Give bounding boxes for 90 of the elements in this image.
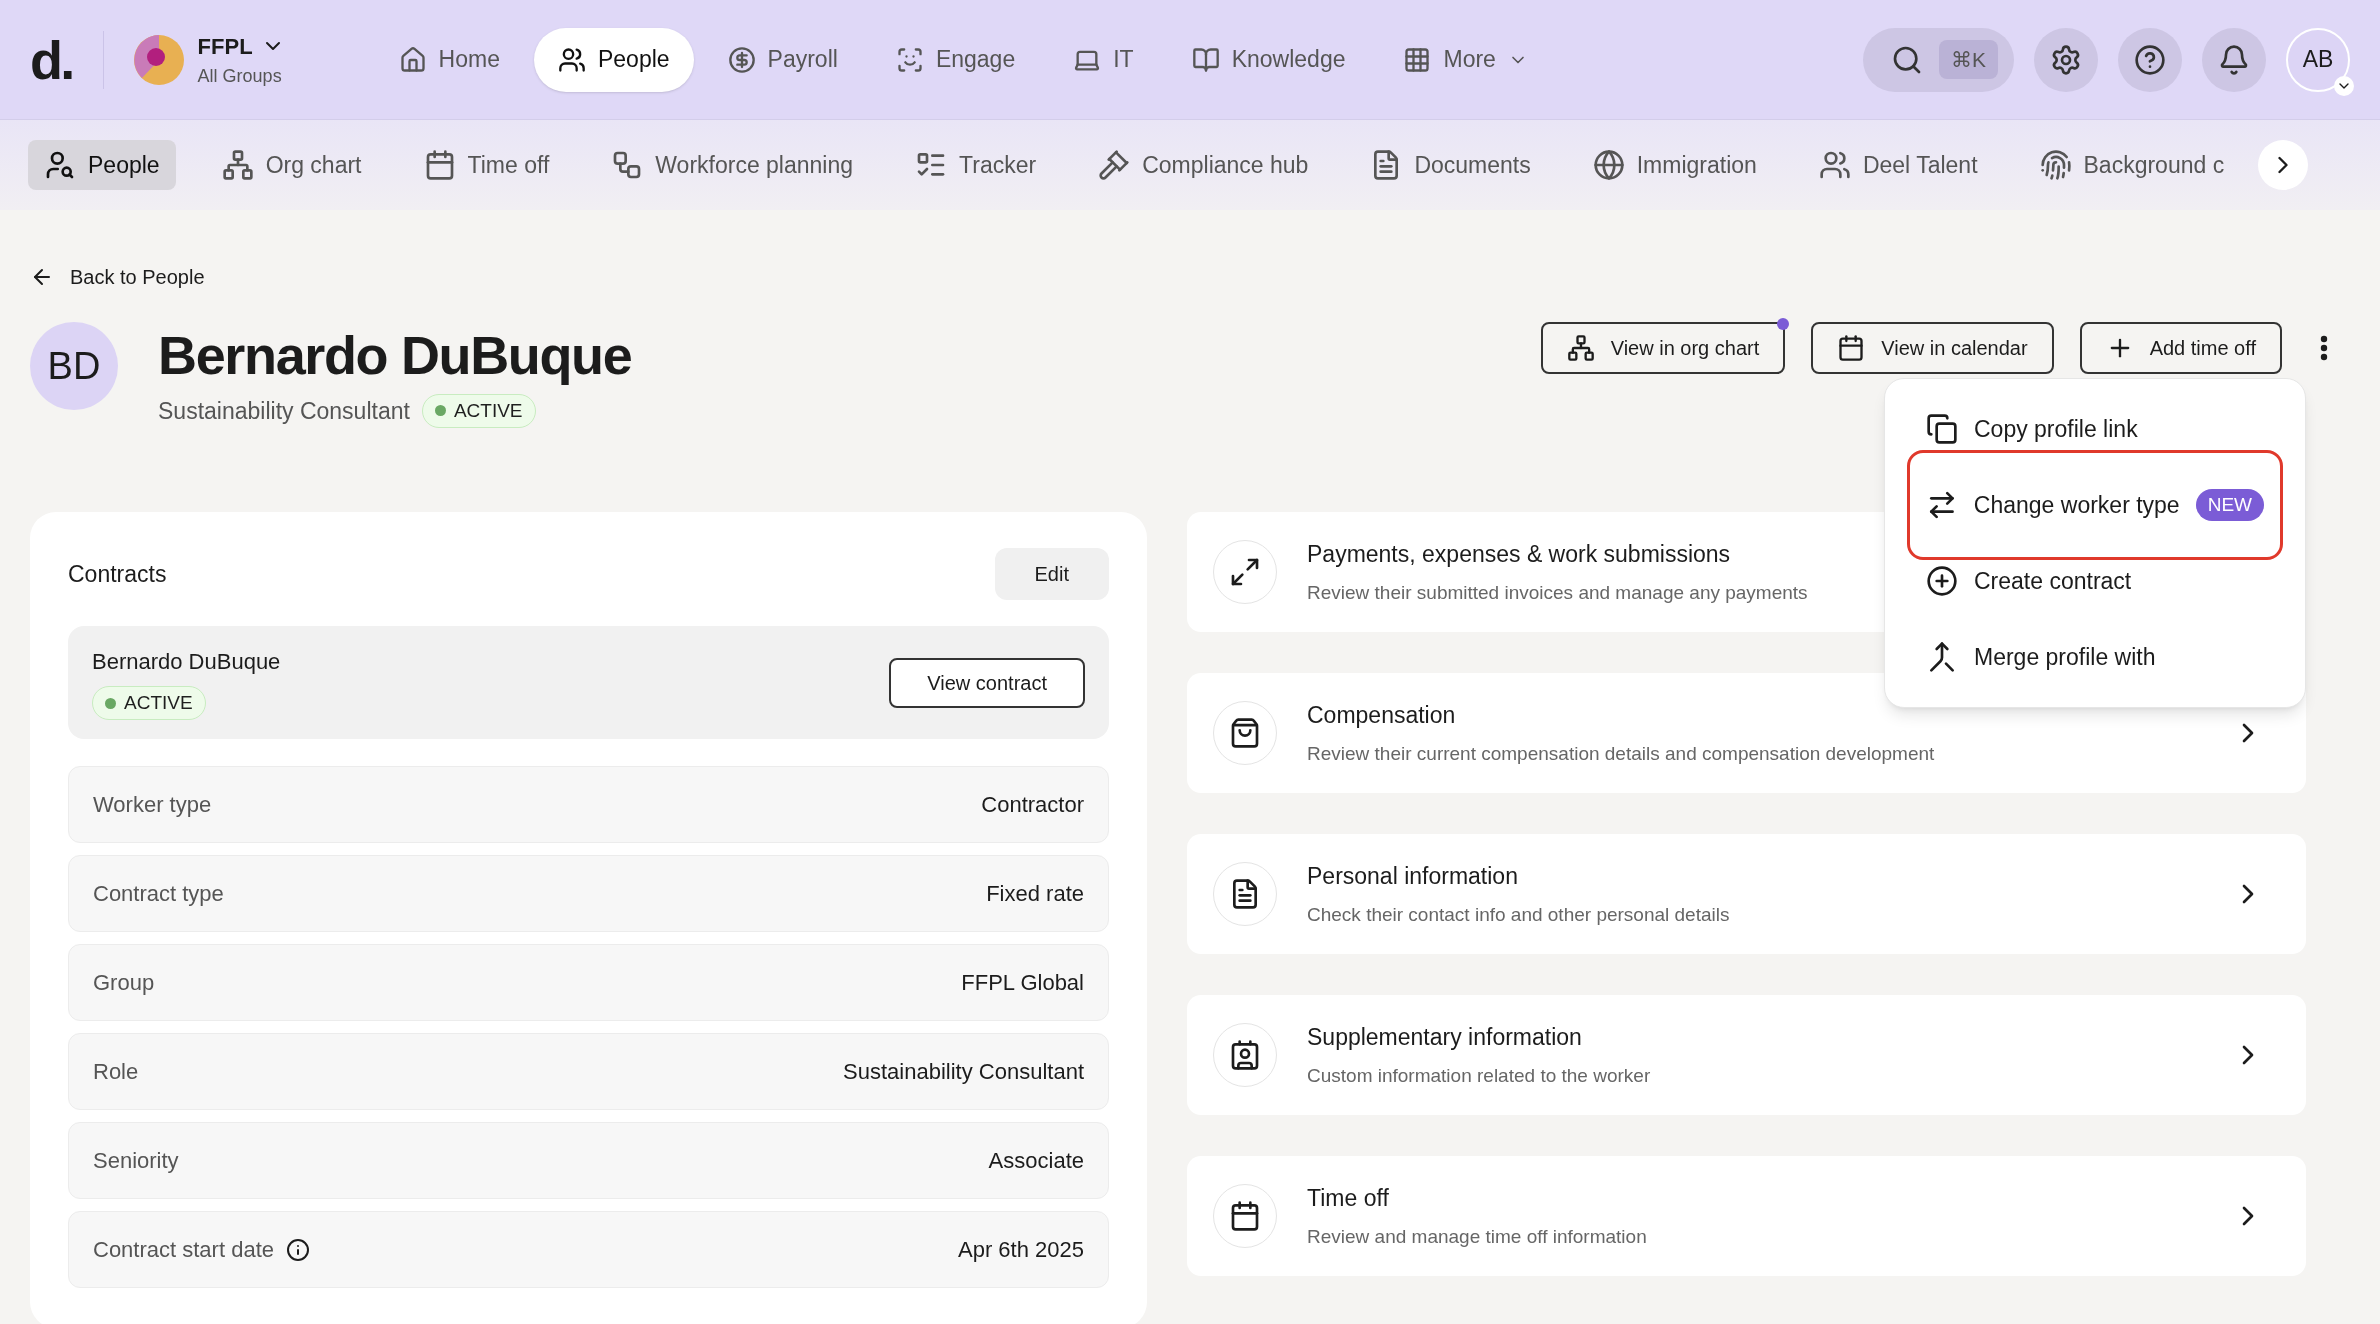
money-bag-icon (1229, 717, 1261, 749)
book-icon (1191, 45, 1220, 74)
face-scan-icon (895, 45, 924, 74)
field-label: Seniority (93, 1147, 179, 1175)
sub-nav-tab[interactable]: Workforce planning (595, 140, 870, 190)
id-badge-icon (1229, 1039, 1261, 1071)
help-icon (2134, 43, 2166, 76)
field-value: FFPL Global (961, 969, 1084, 997)
bell-icon (2218, 43, 2250, 76)
copy-icon (1926, 413, 1958, 445)
back-link[interactable]: Back to People (30, 262, 205, 292)
org-subtitle: All Groups (197, 64, 283, 88)
edit-button[interactable]: Edit (994, 548, 1109, 600)
section-card[interactable]: Time off Review and manage time off information (1187, 1156, 2306, 1276)
sub-nav-tab[interactable]: Time off (407, 140, 566, 190)
section-title: Personal information (1307, 861, 1519, 891)
org-logo-icon (133, 34, 184, 85)
expand-arrows-icon (1229, 556, 1261, 588)
dollar-icon (727, 45, 756, 74)
sub-nav-tab[interactable]: Background c (2023, 140, 2241, 190)
nav-tab[interactable]: More (1379, 27, 1552, 92)
sub-nav-tab[interactable]: Deel Talent (1802, 140, 1994, 190)
group-icon (1818, 149, 1851, 181)
info-icon (286, 1237, 310, 1262)
action-button[interactable]: View in calendar (1811, 322, 2054, 374)
field-value: Associate (988, 1147, 1084, 1175)
fingerprint-icon (2039, 149, 2072, 181)
shortcut-key: ⌘K (1939, 39, 1998, 80)
user-avatar[interactable]: AB (2286, 27, 2350, 92)
nav-tab[interactable]: Home (374, 27, 524, 92)
section-description: Check their contact info and other personal details (1307, 903, 1730, 927)
sub-nav-tab[interactable]: People (28, 140, 176, 190)
new-badge: NEW (2195, 488, 2264, 522)
plus-circle-icon (1926, 565, 1958, 597)
section-card[interactable]: Personal information Check their contact info and other personal details (1187, 834, 2306, 954)
field-value: Contractor (981, 791, 1084, 819)
more-icon (2320, 335, 2328, 361)
nav-tab[interactable]: Knowledge (1167, 27, 1370, 92)
nav-tab[interactable]: Engage (871, 27, 1040, 92)
search-button[interactable]: ⌘K (1863, 27, 2014, 92)
logo[interactable]: d. (30, 32, 73, 87)
home-icon (398, 45, 427, 74)
field-label: Worker type (93, 791, 212, 819)
sub-nav-tab[interactable]: Immigration (1576, 140, 1773, 190)
field-label: Contract start date (93, 1236, 274, 1264)
nav-tab[interactable]: People (533, 27, 694, 92)
sub-nav-tab[interactable]: Tracker (899, 140, 1053, 190)
profile-name: Bernardo DuBuque (158, 324, 632, 387)
section-description: Review their current compensation details and compensation development (1307, 742, 1935, 766)
view-contract-button[interactable]: View contract (889, 657, 1085, 708)
org-chart-icon (1566, 334, 1595, 362)
contract-name: Bernardo DuBuque (92, 647, 281, 676)
section-description: Review their submitted invoices and manage any payments (1307, 581, 1808, 605)
sub-nav-tab[interactable]: Compliance hub (1082, 140, 1325, 190)
globe-icon (1592, 149, 1625, 181)
field-value: Apr 6th 2025 (958, 1236, 1084, 1264)
sub-nav-tab[interactable]: Documents (1354, 140, 1547, 190)
menu-item[interactable]: Change worker type NEW (1907, 450, 2283, 560)
section-title: Time off (1307, 1183, 1390, 1213)
nav-tab[interactable]: IT (1049, 27, 1158, 92)
status-badge: ACTIVE (421, 393, 536, 428)
section-title: Supplementary information (1307, 1022, 1583, 1052)
org-chart-icon (221, 149, 254, 181)
section-description: Review and manage time off information (1307, 1225, 1647, 1249)
people-icon (557, 45, 586, 74)
person-search-icon (44, 149, 76, 181)
field-value: Sustainability Consultant (843, 1058, 1084, 1086)
org-name[interactable]: FFPL (197, 29, 253, 63)
section-description: Custom information related to the worker (1307, 1064, 1651, 1088)
chevron-down-icon (2334, 75, 2354, 96)
grid-icon (1403, 45, 1432, 74)
field-label: Contract type (93, 880, 224, 908)
calendar-icon (1229, 1200, 1261, 1232)
field-value: Fixed rate (986, 880, 1084, 908)
action-button[interactable]: Add time off (2079, 322, 2282, 374)
section-title: Payments, expenses & work submissions (1307, 539, 1732, 569)
card-title: Contracts (68, 559, 167, 589)
profile-avatar: BD (30, 322, 118, 410)
field-label: Role (93, 1058, 139, 1086)
sub-nav-tab[interactable]: Org chart (205, 140, 378, 190)
calendar-icon (1837, 334, 1866, 362)
scroll-right-button[interactable] (2258, 140, 2308, 190)
field-label: Group (93, 969, 155, 997)
status-badge: ACTIVE (92, 685, 206, 721)
section-card[interactable]: Supplementary information Custom information related to the worker (1187, 995, 2306, 1115)
nav-tab[interactable]: Payroll (703, 27, 862, 92)
gavel-icon (1098, 149, 1131, 181)
settings-icon (2050, 43, 2082, 76)
section-title: Compensation (1307, 700, 1457, 730)
job-title: Sustainability Consultant (158, 396, 410, 426)
